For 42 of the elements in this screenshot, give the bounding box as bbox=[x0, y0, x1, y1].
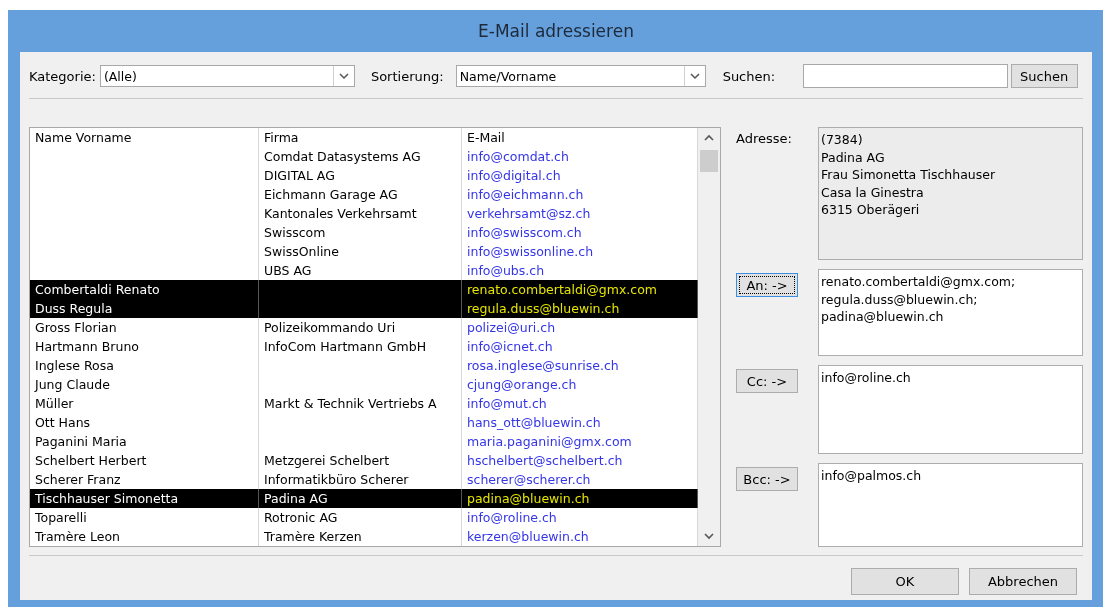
email-cell[interactable]: regula.duss@bluewin.ch bbox=[462, 299, 698, 318]
recipient-address: renato.combertaldi@gmx.com; bbox=[821, 273, 1017, 291]
address-line: Casa la Ginestra bbox=[821, 183, 925, 201]
address-label: Adresse: bbox=[736, 130, 793, 148]
category-dropdown[interactable]: (Alle) bbox=[99, 65, 355, 87]
recipient-button[interactable]: Cc: -> bbox=[736, 369, 798, 393]
sort-label: Sortierung: bbox=[370, 68, 444, 84]
search-button[interactable]: Suchen bbox=[1010, 64, 1078, 88]
ok-button[interactable]: OK bbox=[851, 568, 959, 595]
scroll-down-icon[interactable] bbox=[703, 532, 715, 540]
email-cell[interactable]: renato.combertaldi@gmx.com bbox=[462, 280, 698, 299]
scroll-up-icon[interactable] bbox=[703, 134, 715, 142]
company-cell[interactable]: Comdat Datasystems AG bbox=[259, 147, 462, 166]
email-cell[interactable]: padina@bluewin.ch bbox=[462, 489, 698, 508]
name-cell[interactable]: Duss Regula bbox=[30, 299, 259, 318]
company-cell[interactable]: Padina AG bbox=[259, 489, 462, 508]
name-cell[interactable]: Tischhauser Simonetta bbox=[30, 489, 259, 508]
company-cell[interactable] bbox=[259, 299, 462, 318]
recipient-address: regula.duss@bluewin.ch; bbox=[821, 290, 979, 308]
recipient-field[interactable]: info@roline.ch bbox=[818, 365, 1083, 454]
address-line: Frau Simonetta Tischhauser bbox=[821, 166, 997, 184]
address-line: Padina AG bbox=[821, 148, 886, 166]
recipient-address: info@roline.ch bbox=[821, 369, 912, 387]
cancel-button[interactable]: Abbrechen bbox=[969, 568, 1077, 595]
search-field[interactable] bbox=[802, 64, 1008, 88]
address-line: (7384) bbox=[821, 131, 864, 149]
recipient-field[interactable]: info@palmos.ch bbox=[818, 463, 1083, 547]
category-label: Kategorie: bbox=[29, 68, 96, 84]
address-line: 6315 Oberägeri bbox=[821, 201, 921, 219]
company-cell[interactable] bbox=[259, 280, 462, 299]
scroll-thumb[interactable] bbox=[700, 150, 718, 172]
recipient-button[interactable]: An: -> bbox=[736, 273, 798, 297]
window-title: E-Mail adressieren bbox=[477, 20, 635, 43]
recipient-address: info@palmos.ch bbox=[821, 467, 923, 485]
scrollbar[interactable] bbox=[698, 128, 720, 546]
search-label: Suchen: bbox=[722, 68, 777, 84]
sort-dropdown[interactable]: Name/Vorname bbox=[455, 65, 706, 87]
name-cell[interactable]: Combertaldi Renato bbox=[30, 280, 259, 299]
recipient-address: padina@bluewin.ch bbox=[821, 308, 945, 326]
recipient-field[interactable]: renato.combertaldi@gmx.com; regula.duss@bluewin.ch; padina@bluewin.ch bbox=[818, 269, 1083, 356]
email-cell[interactable]: info@comdat.ch bbox=[462, 147, 698, 166]
recipient-button[interactable]: Bcc: -> bbox=[736, 467, 798, 491]
